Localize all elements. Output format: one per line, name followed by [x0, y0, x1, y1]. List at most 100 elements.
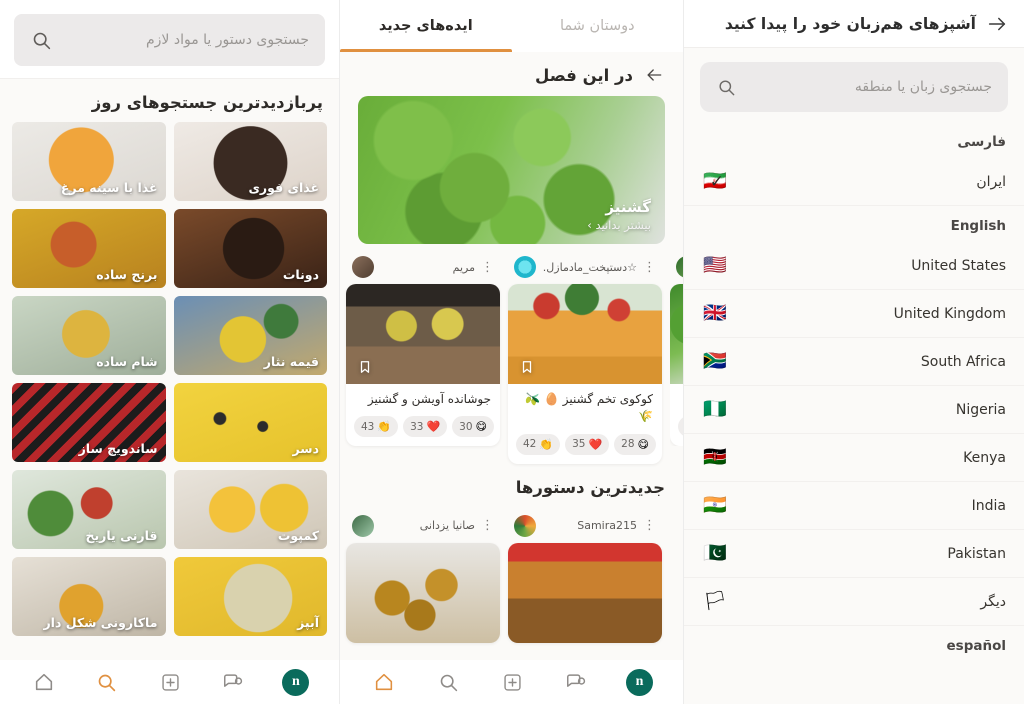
yum-icon: 😋 — [637, 437, 649, 451]
flag-icon-ke: 🇰🇪 — [703, 446, 727, 468]
poster-meta: مریم ⋮ — [346, 252, 500, 284]
search-tile[interactable]: شام ساده — [12, 296, 166, 375]
feed-tabs: ایده‌های جدید دوستان شما — [340, 0, 683, 52]
poster-username[interactable]: صانیا یزدانی — [381, 519, 475, 532]
avatar[interactable] — [676, 256, 683, 278]
country-row-other[interactable]: 🏳 دیگر — [684, 578, 1024, 626]
flag-icon-uk: 🇬🇧 — [703, 302, 727, 324]
reaction-list: 😋 — [670, 412, 683, 446]
poster-meta: Samira215 ⋮ — [508, 511, 662, 543]
bookmark-icon[interactable] — [358, 358, 372, 376]
recipe-card[interactable]: سوپ 😋 — [670, 284, 683, 447]
plus-box-icon[interactable] — [156, 668, 184, 696]
reaction-count: 30 — [459, 420, 473, 433]
newest-recipe-row: صانیا یزدانی ⋮ Samira215 ⋮ — [346, 503, 677, 643]
seasonal-hero-card[interactable]: گشنیز بیشتر بدانید › — [358, 96, 665, 244]
search-icon — [716, 77, 736, 97]
popular-searches-title: پربازدیدترین جستجوهای روز — [91, 93, 323, 112]
language-search-field[interactable]: جستجوی زبان یا منطقه — [700, 62, 1008, 112]
search-icon[interactable] — [93, 668, 121, 696]
clap-icon: 👏 — [539, 437, 554, 451]
popular-searches-grid: غذای فوری غذا با سینه مرغ دونات برنج ساد… — [0, 122, 339, 636]
app-screen: آشپزهای هم‌زبان خود را پیدا کنید جستجوی … — [0, 0, 1024, 704]
seasonal-hero-label: گشنیز بیشتر بدانید › — [587, 198, 651, 232]
search-tile[interactable]: دونات — [173, 209, 327, 288]
language-search-container: جستجوی زبان یا منطقه — [684, 48, 1024, 122]
chevron-left-icon[interactable] — [643, 64, 665, 86]
country-row-pakistan[interactable]: 🇵🇰 Pakistan — [684, 530, 1024, 578]
tab-new-ideas[interactable]: ایده‌های جدید — [340, 0, 512, 52]
more-vertical-icon[interactable]: ⋮ — [481, 261, 494, 274]
country-row-nigeria[interactable]: 🇳🇬 Nigeria — [684, 386, 1024, 434]
bottom-nav-feed: n — [340, 660, 683, 704]
recipe-card[interactable] — [508, 542, 662, 643]
tile-label: کمپوت — [277, 528, 319, 543]
plus-box-icon[interactable] — [498, 668, 526, 696]
tab-your-friends[interactable]: دوستان شما — [512, 0, 684, 52]
reaction-badge[interactable]: 28 😋 — [614, 433, 656, 455]
home-icon[interactable] — [30, 668, 58, 696]
flag-icon-pk: 🇵🇰 — [703, 542, 727, 564]
more-vertical-icon[interactable]: ⋮ — [481, 519, 494, 532]
bookmark-icon[interactable] — [520, 358, 534, 376]
country-row-south-africa[interactable]: 🇿🇦 South Africa — [684, 338, 1024, 386]
search-tile[interactable]: غذای فوری — [173, 122, 327, 201]
reaction-badge[interactable]: 35 ❤️ — [565, 433, 610, 455]
reaction-badge[interactable]: 43 👏 — [354, 416, 399, 438]
chat-icon[interactable] — [219, 668, 247, 696]
reaction-count: 42 — [523, 438, 537, 451]
avatar[interactable] — [514, 514, 536, 537]
recipe-card[interactable] — [346, 542, 500, 643]
heart-icon: ❤️ — [426, 420, 441, 434]
country-row-united-kingdom[interactable]: 🇬🇧 United Kingdom — [684, 290, 1024, 338]
arrow-right-icon[interactable] — [986, 13, 1008, 35]
search-tile[interactable]: ماکارونی شکل دار — [12, 557, 166, 636]
recipe-title: سوپ — [670, 384, 683, 412]
recipe-card[interactable]: جوشانده آویشن و گشنیز 43 👏 33 ❤️ 30 😋 — [346, 284, 500, 447]
search-icon[interactable] — [434, 668, 462, 696]
country-name: South Africa — [920, 353, 1006, 370]
search-icon — [30, 29, 52, 51]
country-row-india[interactable]: 🇮🇳 India — [684, 482, 1024, 530]
country-row-united-states[interactable]: 🇺🇸 United States — [684, 242, 1024, 290]
logo-n-icon[interactable]: n — [282, 668, 310, 696]
search-tile[interactable]: قارنی یاریخ — [12, 470, 166, 549]
poster-username[interactable]: مریم — [381, 261, 475, 274]
reaction-count: 33 — [410, 420, 424, 433]
recipe-card[interactable]: کوکوی تخم گشنیز 🥚 🫒 🌾 42 👏 35 ❤️ 28 😋 — [508, 284, 662, 464]
country-name: Kenya — [963, 449, 1006, 466]
recipe-item: ☆دستپخت_مادمازل... ⋮ کوکوی تخم گشنیز 🥚 🫒… — [508, 252, 662, 464]
search-tile[interactable]: ساندویچ ساز — [12, 383, 166, 462]
search-tile[interactable]: کمپوت — [173, 470, 327, 549]
language-panel-header: آشپزهای هم‌زبان خود را پیدا کنید — [684, 0, 1024, 48]
recipe-search-container: جستجوی دستور یا مواد لازم — [0, 0, 339, 79]
poster-username[interactable]: ☆دستپخت_مادمازل... — [543, 261, 637, 274]
home-icon[interactable] — [370, 668, 398, 696]
reaction-badge[interactable]: 30 😋 — [452, 416, 494, 438]
chat-icon[interactable] — [562, 668, 590, 696]
tile-label: قیمه نثار — [263, 354, 319, 369]
logo-n-icon[interactable]: n — [626, 668, 653, 696]
search-tile[interactable]: دسر — [173, 383, 327, 462]
more-vertical-icon[interactable]: ⋮ — [643, 261, 656, 274]
search-tile[interactable]: قیمه نثار — [173, 296, 327, 375]
country-row-kenya[interactable]: 🇰🇪 Kenya — [684, 434, 1024, 482]
tile-label: آبپز — [297, 615, 319, 630]
more-vertical-icon[interactable]: ⋮ — [643, 519, 656, 532]
recipe-search-field[interactable]: جستجوی دستور یا مواد لازم — [14, 14, 325, 66]
country-row-iran[interactable]: 🇮🇷 ایران ✓ — [684, 158, 1024, 206]
avatar[interactable] — [514, 256, 536, 278]
reaction-badge[interactable]: 33 ❤️ — [403, 416, 448, 438]
search-tile[interactable]: غذا با سینه مرغ — [12, 122, 166, 201]
tab-active-indicator — [340, 49, 512, 52]
tile-label: دسر — [292, 441, 319, 456]
reaction-badge[interactable]: 42 👏 — [516, 433, 561, 455]
poster-meta: ☆دستپخت_مادمازل... ⋮ — [508, 252, 662, 284]
reaction-badge[interactable]: 😋 — [678, 416, 683, 438]
search-tile[interactable]: برنج ساده — [12, 209, 166, 288]
avatar[interactable] — [352, 514, 374, 537]
search-tile[interactable]: آبپز — [173, 557, 327, 636]
poster-username[interactable]: Samira215 — [543, 519, 637, 532]
avatar[interactable] — [352, 256, 374, 278]
seasonal-section-title: در این فصل — [535, 65, 633, 85]
